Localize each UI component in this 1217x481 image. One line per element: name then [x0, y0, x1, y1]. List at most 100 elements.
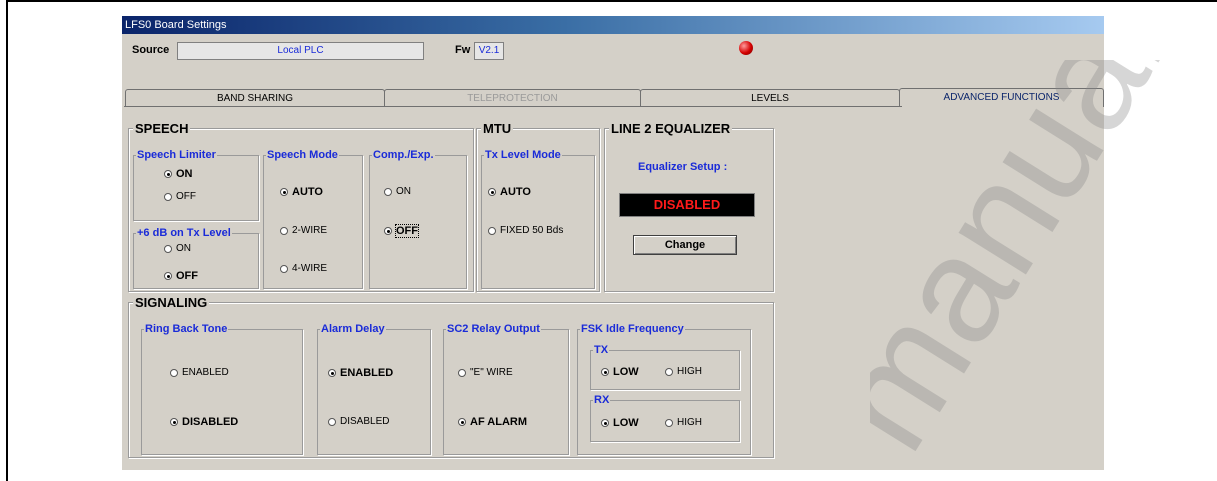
- tx-level-title: +6 dB on Tx Level: [136, 227, 232, 239]
- fsk-tx-title: TX: [593, 344, 610, 356]
- radio-unchecked-icon: [458, 368, 466, 377]
- fsk-tx-group: TX LOW HIGH: [590, 344, 740, 390]
- tx-level-off-radio[interactable]: OFF: [164, 270, 198, 282]
- page-frame-left: [6, 0, 8, 481]
- speech-mode-2wire-radio[interactable]: 2-WIRE: [280, 225, 327, 236]
- radio-checked-icon: [601, 419, 609, 427]
- comp-exp-on-radio[interactable]: ON: [384, 186, 411, 197]
- tab-advanced-functions[interactable]: ADVANCED FUNCTIONS: [899, 88, 1104, 107]
- radio-unchecked-icon: [665, 418, 673, 427]
- radio-unchecked-icon: [280, 264, 288, 273]
- radio-label: LOW: [613, 417, 639, 429]
- alarm-delay-group: Alarm Delay ENABLED DISABLED: [317, 323, 431, 455]
- tx-level-mode-title: Tx Level Mode: [484, 149, 562, 161]
- fsk-tx-high-radio[interactable]: HIGH: [665, 366, 702, 377]
- radio-checked-icon: [164, 272, 172, 280]
- radio-unchecked-icon: [384, 187, 392, 196]
- radio-label: DISABLED: [340, 416, 390, 427]
- fsk-idle-group: FSK Idle Frequency TX LOW HIGH RX LOW HI…: [577, 323, 751, 455]
- radio-unchecked-icon: [164, 244, 172, 253]
- source-label: Source: [132, 44, 170, 56]
- ring-back-enabled-radio[interactable]: ENABLED: [170, 367, 229, 378]
- comp-exp-group: Comp./Exp. ON OFF: [369, 149, 467, 289]
- fsk-idle-title: FSK Idle Frequency: [580, 323, 685, 335]
- speech-limiter-off-radio[interactable]: OFF: [164, 191, 196, 202]
- tx-level-group: +6 dB on Tx Level ON OFF: [133, 227, 259, 289]
- ring-back-disabled-radio[interactable]: DISABLED: [170, 416, 238, 428]
- comp-exp-off-radio[interactable]: OFF: [384, 224, 419, 238]
- equalizer-setup-label: Equalizer Setup :: [638, 161, 728, 173]
- board-settings-window: LFS0 Board Settings Source Local PLC Fw …: [122, 16, 1104, 470]
- window-title: LFS0 Board Settings: [122, 16, 1104, 34]
- speech-mode-auto-radio[interactable]: AUTO: [280, 186, 323, 198]
- radio-checked-icon: [458, 418, 466, 426]
- mtu-title: MTU: [481, 121, 514, 136]
- ring-back-group: Ring Back Tone ENABLED DISABLED: [141, 323, 303, 455]
- speech-limiter-on-radio[interactable]: ON: [164, 168, 193, 180]
- radio-checked-icon: [170, 418, 178, 426]
- radio-label: LOW: [613, 366, 639, 378]
- radio-checked-icon: [488, 188, 496, 196]
- radio-unchecked-icon: [665, 367, 673, 376]
- fsk-rx-group: RX LOW HIGH: [590, 394, 740, 442]
- radio-label: OFF: [176, 191, 196, 202]
- alarm-delay-disabled-radio[interactable]: DISABLED: [328, 416, 389, 427]
- fsk-rx-high-radio[interactable]: HIGH: [665, 417, 702, 428]
- equalizer-group: LINE 2 EQUALIZER Equalizer Setup : DISAB…: [604, 121, 774, 292]
- page-frame-top: [6, 0, 1217, 2]
- tx-level-on-radio[interactable]: ON: [164, 243, 191, 254]
- radio-checked-icon: [328, 369, 336, 377]
- alarm-delay-enabled-radio[interactable]: ENABLED: [328, 367, 393, 379]
- sc2-relay-title: SC2 Relay Output: [446, 323, 541, 335]
- mtu-group: MTU Tx Level Mode AUTO FIXED 50 Bds: [476, 121, 600, 292]
- tab-levels[interactable]: LEVELS: [640, 89, 900, 106]
- tab-teleprotection[interactable]: TELEPROTECTION: [384, 89, 641, 106]
- radio-label: 2-WIRE: [292, 225, 327, 236]
- fw-label: Fw: [455, 44, 471, 56]
- radio-label: DISABLED: [182, 416, 239, 428]
- radio-label: HIGH: [677, 366, 702, 377]
- tx-level-mode-fixed-radio[interactable]: FIXED 50 Bds: [488, 225, 563, 236]
- radio-label: OFF: [176, 270, 198, 282]
- speech-mode-4wire-radio[interactable]: 4-WIRE: [280, 263, 327, 274]
- tab-band-sharing[interactable]: BAND SHARING: [125, 89, 385, 106]
- source-field: Local PLC: [177, 42, 424, 60]
- tx-level-mode-group: Tx Level Mode AUTO FIXED 50 Bds: [481, 149, 595, 289]
- radio-checked-icon: [384, 227, 392, 235]
- radio-label: ON: [176, 168, 193, 180]
- radio-unchecked-icon: [328, 417, 336, 426]
- speech-group: SPEECH Speech Limiter ON OFF +6 dB on Tx…: [128, 121, 474, 292]
- radio-label: ENABLED: [182, 367, 229, 378]
- radio-label: ENABLED: [340, 367, 394, 379]
- radio-checked-icon: [280, 188, 288, 196]
- radio-checked-icon: [164, 170, 172, 178]
- radio-label: ON: [396, 186, 411, 197]
- radio-label: HIGH: [677, 417, 702, 428]
- radio-unchecked-icon: [488, 226, 496, 235]
- tab-panel-edge: [124, 106, 902, 107]
- signaling-group: SIGNALING Ring Back Tone ENABLED DISABLE…: [128, 295, 774, 458]
- sc2-relay-group: SC2 Relay Output "E" WIRE AF ALARM: [443, 323, 569, 455]
- radio-label: ON: [176, 243, 191, 254]
- radio-unchecked-icon: [280, 226, 288, 235]
- signaling-title: SIGNALING: [133, 295, 210, 310]
- fsk-rx-title: RX: [593, 394, 611, 406]
- radio-unchecked-icon: [164, 192, 172, 201]
- tx-level-mode-auto-radio[interactable]: AUTO: [488, 186, 531, 198]
- speech-limiter-group: Speech Limiter ON OFF: [133, 149, 259, 221]
- radio-checked-icon: [601, 368, 609, 376]
- fsk-rx-low-radio[interactable]: LOW: [601, 417, 639, 429]
- ring-back-title: Ring Back Tone: [144, 323, 229, 335]
- speech-mode-group: Speech Mode AUTO 2-WIRE 4-WIRE: [263, 149, 363, 289]
- radio-label: "E" WIRE: [470, 367, 513, 378]
- fw-field: V2.1: [474, 42, 504, 60]
- radio-label: FIXED 50 Bds: [500, 225, 564, 236]
- speech-title: SPEECH: [133, 121, 191, 136]
- sc2-af-alarm-radio[interactable]: AF ALARM: [458, 416, 527, 428]
- sc2-e-wire-radio[interactable]: "E" WIRE: [458, 367, 513, 378]
- radio-label: AUTO: [292, 186, 323, 198]
- radio-label: AUTO: [500, 186, 531, 198]
- change-button[interactable]: Change: [633, 235, 737, 255]
- alarm-delay-title: Alarm Delay: [320, 323, 386, 335]
- fsk-tx-low-radio[interactable]: LOW: [601, 366, 639, 378]
